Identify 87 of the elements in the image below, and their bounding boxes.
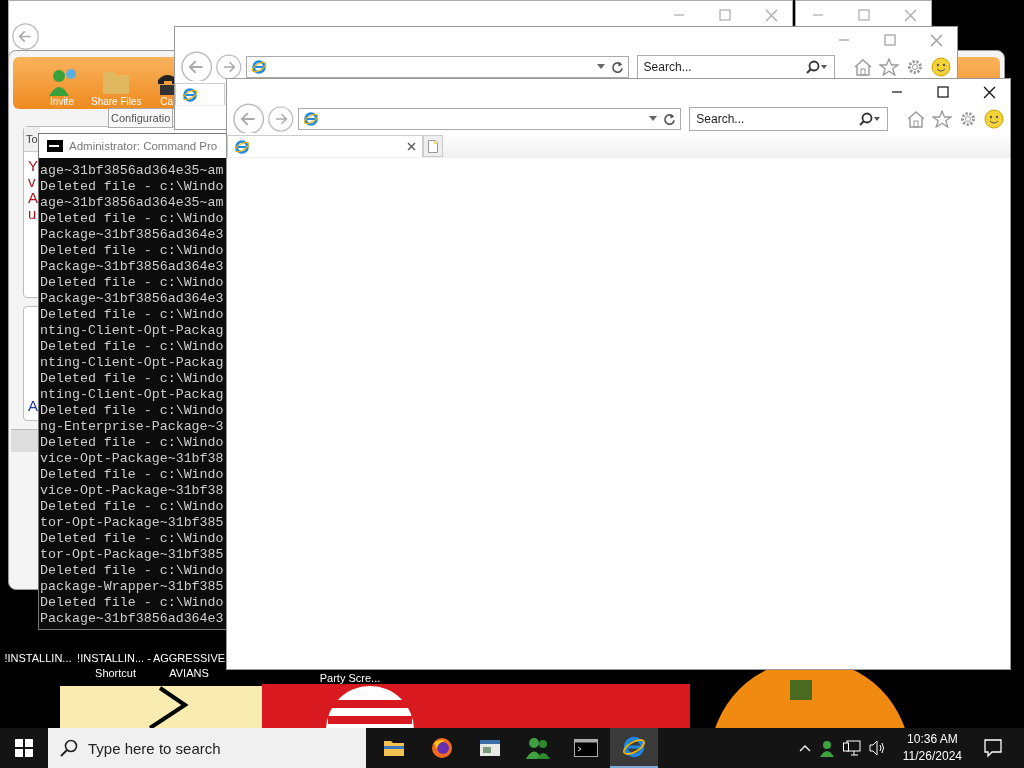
refresh-icon[interactable] <box>610 60 624 74</box>
panel-tab[interactable]: To <box>24 127 40 152</box>
console-line: Deleted file - c:\Windo <box>40 371 225 387</box>
console-line: age~31bf3856ad364e35~am <box>40 163 225 179</box>
volume-icon[interactable] <box>868 740 887 756</box>
page-icon <box>428 139 438 153</box>
console-line: Deleted file - c:\Windo <box>40 499 225 515</box>
dropdown-icon[interactable] <box>596 64 605 70</box>
tooltip: Configuratio <box>108 108 174 128</box>
console-line: Deleted file - c:\Windo <box>40 243 225 259</box>
console-line: Package~31bf3856ad364e3 <box>40 227 225 243</box>
forward-button[interactable] <box>216 54 242 80</box>
browser-icon <box>250 59 267 75</box>
browser-icon <box>303 111 319 127</box>
windows-start-icon[interactable] <box>15 739 33 757</box>
browser-icon <box>234 138 250 155</box>
console-line: nting-Client-Opt-Packag <box>40 387 225 403</box>
search-icon[interactable] <box>859 112 881 126</box>
people-icon[interactable] <box>525 736 551 760</box>
console-line: age~31bf3856ad364e35~am <box>40 195 225 211</box>
console-line: Package~31bf3856ad364e3 <box>40 291 225 307</box>
terminal-icon <box>47 140 63 152</box>
console-line: Deleted file - c:\Windo <box>40 211 225 227</box>
console-line: package-Wrapper~31bf385 <box>40 579 225 595</box>
desktop-icon-label[interactable]: Party Scre... <box>313 671 387 686</box>
taskbar-search-field[interactable]: Type here to search <box>48 728 366 768</box>
console-line: nting-Client-Opt-Packag <box>40 355 225 371</box>
message-text: Y <box>28 158 38 174</box>
desktop-icon-label[interactable]: !INSTALLIN... <box>1 651 75 666</box>
window-title: Administrator: Command Pro <box>69 140 218 152</box>
search-icon[interactable] <box>806 60 828 74</box>
console-line: vice-Opt-Package~31bf38 <box>40 483 225 499</box>
time-text: 10:36 AM <box>907 731 958 748</box>
people-icon[interactable] <box>818 739 835 757</box>
notification-icon[interactable] <box>984 739 1002 757</box>
star-icon[interactable] <box>932 110 952 128</box>
star-icon[interactable] <box>879 58 899 76</box>
console-line: tor-Opt-Package~31bf385 <box>40 515 225 531</box>
console-line: Deleted file - c:\Windo <box>40 179 225 195</box>
home-icon[interactable] <box>906 110 926 128</box>
console-line: Deleted file - c:\Windo <box>40 339 225 355</box>
home-icon[interactable] <box>853 58 873 76</box>
console-line: nting-Client-Opt-Packag <box>40 323 225 339</box>
desktop-icon-label[interactable]: AGGRESSIVE AVIANS <box>152 651 226 681</box>
settings-icon[interactable] <box>958 110 978 128</box>
document-icon[interactable] <box>479 738 501 758</box>
person-icon <box>47 68 77 96</box>
console-line: Deleted file - c:\Windo <box>40 307 225 323</box>
search-icon <box>60 739 78 757</box>
dropdown-icon[interactable] <box>649 116 658 122</box>
refresh-icon[interactable] <box>663 112 677 126</box>
browser-tab[interactable] <box>175 83 225 105</box>
console-line: tor-Opt-Package~31bf385 <box>40 547 225 563</box>
smiley-icon[interactable] <box>984 109 1004 129</box>
console-line: Deleted file - c:\Windo <box>40 563 225 579</box>
console-line: ng-Enterprise-Package~3 <box>40 419 225 435</box>
console-line: Deleted file - c:\Windo <box>40 403 225 419</box>
taskbar-app-button[interactable] <box>610 728 658 768</box>
close-icon[interactable] <box>983 85 996 99</box>
console-line: Deleted file - c:\Windo <box>40 275 225 291</box>
browser-icon <box>182 86 198 103</box>
firefox-icon[interactable] <box>431 737 453 759</box>
console-line: vice-Opt-Package~31bf38 <box>40 451 225 467</box>
console-line: Deleted file - c:\Windo <box>40 595 225 611</box>
panel-text: A <box>27 397 38 416</box>
smiley-icon[interactable] <box>931 57 951 77</box>
console-line: Deleted file - c:\Windo <box>40 435 225 451</box>
browser-icon <box>622 735 646 759</box>
console-line: Package~31bf3856ad364e3 <box>40 259 225 275</box>
console-line: Deleted file - c:\Windo <box>40 531 225 547</box>
message-text: A <box>28 190 38 206</box>
network-icon[interactable] <box>842 740 861 756</box>
clock[interactable]: 10:36 AM 11/26/2024 <box>902 731 962 765</box>
settings-icon[interactable] <box>905 58 925 76</box>
search-field[interactable]: Search... <box>689 107 888 131</box>
maximize-icon[interactable] <box>937 86 949 98</box>
message-text: u <box>28 206 37 222</box>
chevron-up-icon[interactable] <box>798 744 811 752</box>
message-text: v <box>28 174 36 190</box>
close-icon[interactable] <box>407 142 416 151</box>
console-line: Deleted file - c:\Windo <box>40 467 225 483</box>
console-line: Package~31bf3856ad364e3 <box>40 611 225 627</box>
folder-icon[interactable] <box>383 739 405 757</box>
date-text: 11/26/2024 <box>902 748 962 765</box>
desktop-icon-label[interactable]: !INSTALLIN... - Shortcut <box>77 651 151 681</box>
new-tab-button[interactable] <box>423 135 443 157</box>
terminal-icon[interactable] <box>574 739 598 757</box>
